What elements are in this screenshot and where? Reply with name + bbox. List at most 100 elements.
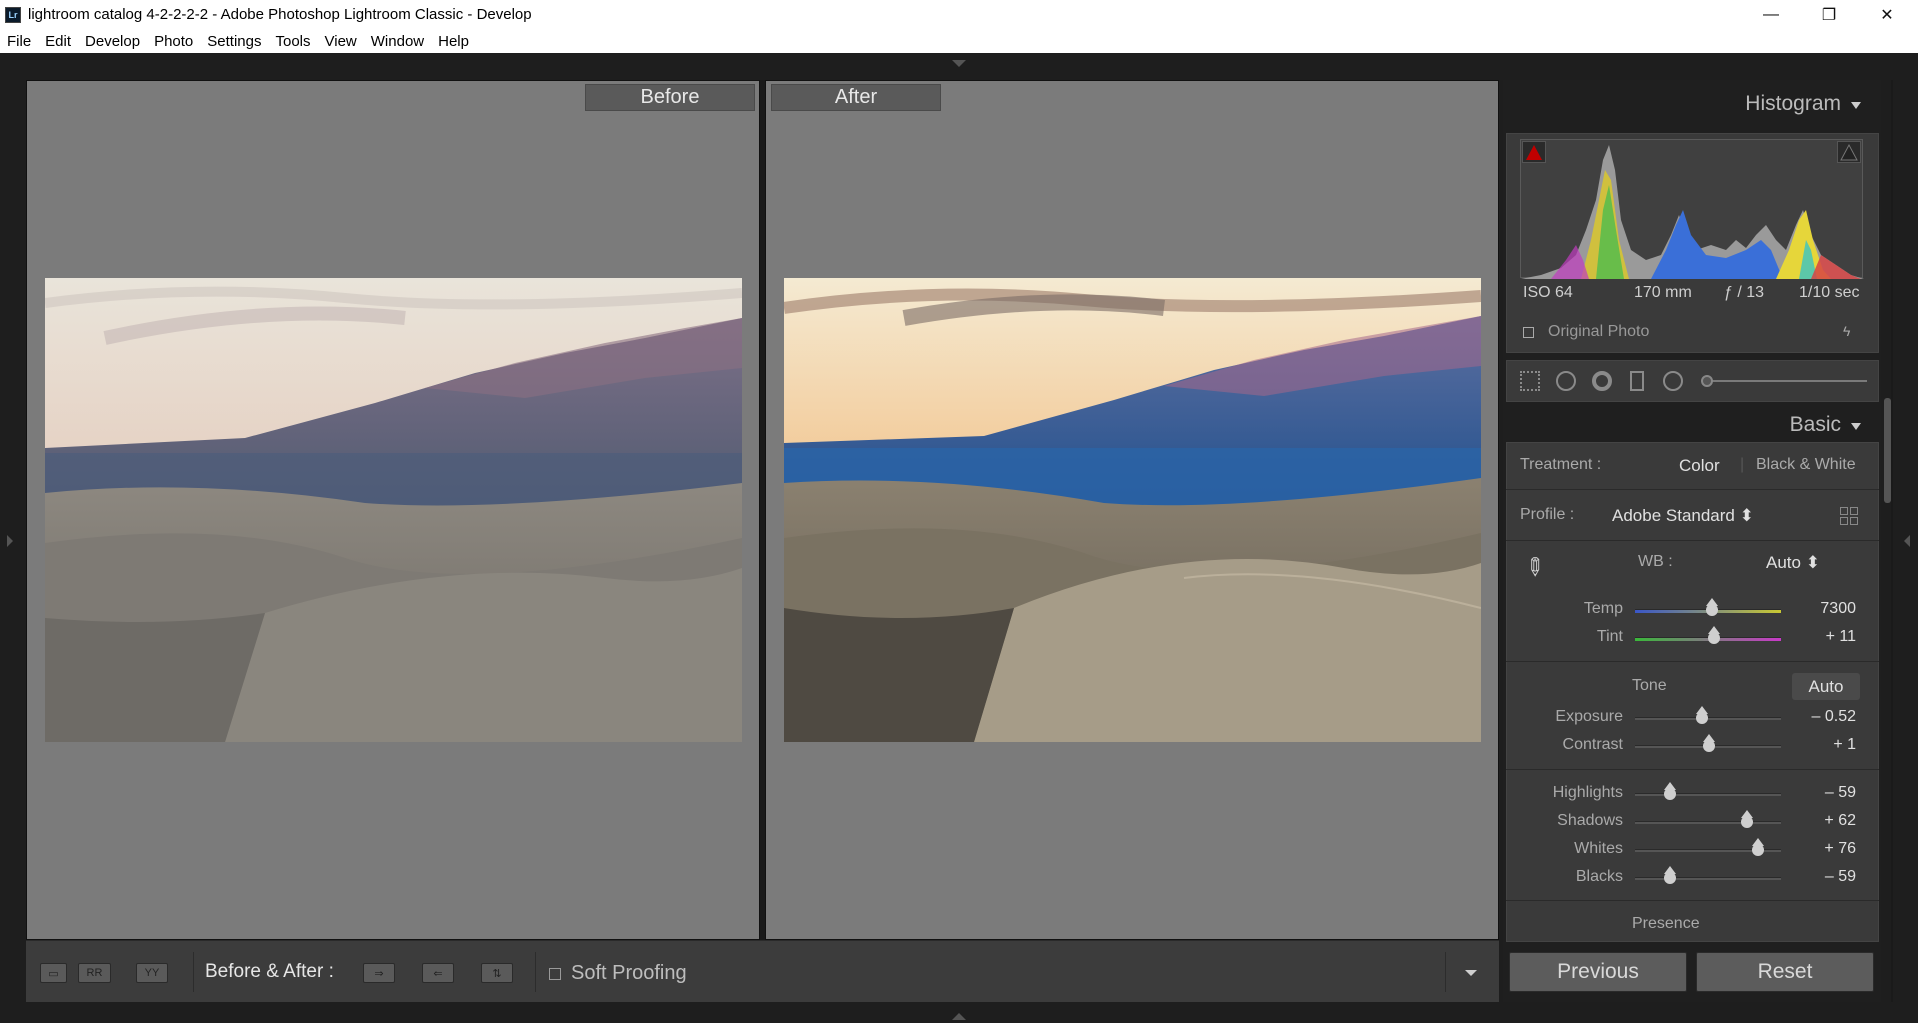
shadow-clipping-icon[interactable] bbox=[1522, 141, 1546, 163]
temp-label: Temp bbox=[1583, 600, 1623, 617]
after-photo-image bbox=[784, 278, 1481, 742]
temp-value[interactable]: 7300 bbox=[1796, 600, 1856, 618]
histogram-graph[interactable] bbox=[1520, 139, 1864, 279]
adjustment-brush-icon[interactable] bbox=[1701, 375, 1713, 387]
tint-value[interactable]: + 11 bbox=[1796, 628, 1856, 646]
left-panel-toggle-icon[interactable] bbox=[7, 535, 13, 547]
graduated-filter-icon[interactable] bbox=[1630, 371, 1644, 391]
bottom-panel-toggle-icon[interactable] bbox=[952, 1013, 966, 1020]
profile-label: Profile : bbox=[1520, 506, 1575, 523]
after-photo[interactable] bbox=[784, 278, 1481, 742]
blacks-slider[interactable] bbox=[1635, 877, 1781, 880]
divider bbox=[1506, 900, 1879, 901]
right-panel-scrollbar[interactable] bbox=[1884, 398, 1891, 503]
menu-file[interactable]: File bbox=[0, 33, 38, 50]
toolbar-separator bbox=[535, 952, 536, 992]
profile-browser-icon[interactable] bbox=[1840, 507, 1858, 525]
histogram-title: Histogram bbox=[1745, 92, 1841, 115]
copy-after-to-before-icon[interactable]: ⇐ bbox=[422, 963, 454, 983]
shadows-value[interactable]: + 62 bbox=[1796, 812, 1856, 830]
soft-proofing-label: Soft Proofing bbox=[571, 962, 687, 984]
brush-slider[interactable] bbox=[1705, 380, 1867, 382]
crop-tool-icon[interactable] bbox=[1520, 371, 1540, 391]
tone-label: Tone bbox=[1632, 677, 1667, 694]
red-eye-icon[interactable] bbox=[1592, 371, 1612, 391]
right-panel-toggle-icon[interactable] bbox=[1904, 535, 1910, 547]
copy-before-to-after-icon[interactable]: ⇒ bbox=[363, 963, 395, 983]
soft-proofing-checkbox[interactable] bbox=[549, 968, 561, 980]
menu-window[interactable]: Window bbox=[364, 33, 431, 50]
shadows-slider[interactable] bbox=[1635, 821, 1781, 824]
presence-label: Presence bbox=[1632, 915, 1700, 932]
menu-help[interactable]: Help bbox=[431, 33, 476, 50]
before-label: Before bbox=[585, 84, 755, 111]
wb-label: WB : bbox=[1638, 553, 1673, 570]
wb-dropdown[interactable]: Auto ⬍ bbox=[1766, 553, 1820, 573]
histogram-chart bbox=[1521, 145, 1864, 279]
previous-button[interactable]: Previous bbox=[1509, 952, 1687, 992]
treatment-divider: | bbox=[1740, 456, 1745, 473]
after-label: After bbox=[771, 84, 941, 111]
exposure-label: Exposure bbox=[1555, 708, 1623, 725]
highlight-clipping-icon[interactable] bbox=[1837, 141, 1861, 163]
highlights-label: Highlights bbox=[1552, 784, 1623, 801]
menu-bar: File Edit Develop Photo Settings Tools V… bbox=[0, 29, 1918, 53]
lightroom-logo: Lr bbox=[5, 6, 21, 23]
menu-view[interactable]: View bbox=[318, 33, 364, 50]
histogram-header[interactable]: Histogram bbox=[1503, 84, 1881, 124]
top-panel-toggle-icon[interactable] bbox=[952, 60, 966, 67]
toolbar-options-chevron-icon[interactable] bbox=[1465, 970, 1477, 976]
contrast-value[interactable]: + 1 bbox=[1796, 736, 1856, 754]
spot-removal-icon[interactable] bbox=[1556, 371, 1576, 391]
panel-edge bbox=[1891, 80, 1893, 1002]
before-after-label: Before & After : bbox=[205, 961, 334, 982]
window-title: lightroom catalog 4-2-2-2-2 - Adobe Phot… bbox=[28, 6, 532, 23]
radial-filter-icon[interactable] bbox=[1663, 371, 1683, 391]
contrast-label: Contrast bbox=[1562, 736, 1623, 753]
menu-photo[interactable]: Photo bbox=[147, 33, 200, 50]
before-photo[interactable] bbox=[45, 278, 742, 742]
blacks-label: Blacks bbox=[1575, 868, 1623, 885]
menu-develop[interactable]: Develop bbox=[78, 33, 147, 50]
basic-title: Basic bbox=[1789, 413, 1841, 436]
divider bbox=[1506, 540, 1879, 541]
original-photo-label: Original Photo bbox=[1548, 323, 1650, 340]
profile-dropdown[interactable]: Adobe Standard ⬍ bbox=[1612, 506, 1754, 526]
highlights-value[interactable]: – 59 bbox=[1796, 784, 1856, 802]
focal-length: 170 mm bbox=[1634, 284, 1692, 301]
highlights-slider[interactable] bbox=[1635, 793, 1781, 796]
menu-edit[interactable]: Edit bbox=[38, 33, 78, 50]
lightning-icon: ϟ bbox=[1843, 323, 1851, 339]
loupe-view-icon[interactable]: ▭ bbox=[40, 963, 67, 983]
reset-button[interactable]: Reset bbox=[1696, 952, 1874, 992]
treatment-bw-option[interactable]: Black & White bbox=[1756, 456, 1856, 474]
tint-label: Tint bbox=[1596, 628, 1623, 645]
title-bar: Lr lightroom catalog 4-2-2-2-2 - Adobe P… bbox=[0, 0, 1918, 29]
exposure-value[interactable]: – 0.52 bbox=[1796, 708, 1856, 726]
original-photo-checkbox[interactable] bbox=[1523, 327, 1534, 338]
menu-settings[interactable]: Settings bbox=[200, 33, 268, 50]
minimize-button[interactable]: — bbox=[1742, 0, 1800, 29]
tone-auto-button[interactable]: Auto bbox=[1792, 673, 1860, 700]
compare-view-icon[interactable]: RR bbox=[78, 963, 111, 983]
treatment-label: Treatment : bbox=[1520, 456, 1602, 473]
basic-header[interactable]: Basic bbox=[1503, 405, 1881, 445]
toolbar-separator bbox=[193, 952, 194, 992]
treatment-color-option[interactable]: Color bbox=[1679, 456, 1720, 476]
close-button[interactable]: ✕ bbox=[1858, 0, 1916, 29]
whites-value[interactable]: + 76 bbox=[1796, 840, 1856, 858]
shutter-speed: 1/10 sec bbox=[1799, 284, 1860, 301]
collapse-triangle-icon bbox=[1851, 423, 1861, 430]
iso-value: ISO 64 bbox=[1523, 284, 1573, 301]
before-after-view-icon[interactable]: YY bbox=[136, 963, 168, 983]
blacks-value[interactable]: – 59 bbox=[1796, 868, 1856, 886]
restore-button[interactable]: ❐ bbox=[1800, 0, 1858, 29]
divider bbox=[1506, 661, 1879, 662]
before-photo-image bbox=[45, 278, 742, 742]
divider bbox=[1506, 769, 1879, 770]
aperture-value: ƒ / 13 bbox=[1724, 284, 1765, 301]
menu-tools[interactable]: Tools bbox=[268, 33, 317, 50]
swap-before-after-icon[interactable]: ⇅ bbox=[481, 963, 513, 983]
whites-label: Whites bbox=[1574, 840, 1623, 857]
shadows-label: Shadows bbox=[1557, 812, 1623, 829]
